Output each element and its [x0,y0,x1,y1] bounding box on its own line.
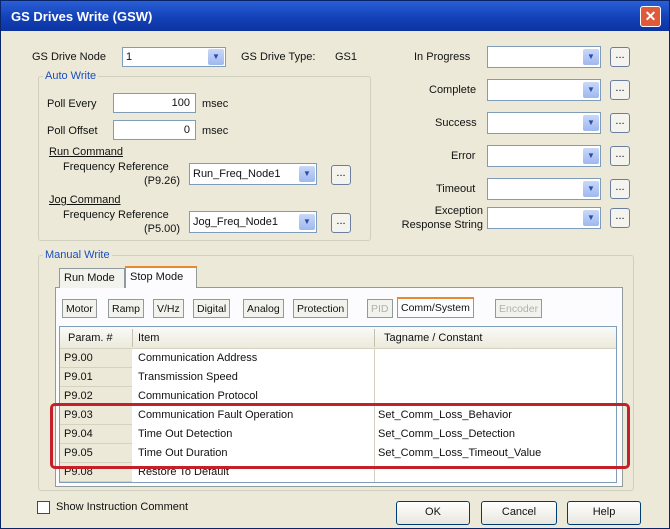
ellipsis-icon: ... [336,215,346,227]
column-header-item: Item [138,332,160,344]
timeout-select[interactable]: ▼ [487,178,601,200]
jog-freq-value: Jog_Freq_Node1 [193,216,279,228]
table-row[interactable]: P9.00 Communication Address [60,349,616,368]
jog-freq-browse-button[interactable]: ... [331,213,351,233]
error-browse-button[interactable]: ... [610,146,630,166]
tab-run-mode[interactable]: Run Mode [59,268,125,288]
column-divider [374,329,375,347]
run-freq-browse-button[interactable]: ... [331,165,351,185]
poll-offset-unit: msec [202,125,229,137]
highlight-box [50,403,630,469]
item-cell: Communication Address [138,352,258,364]
ellipsis-icon: ... [615,210,625,222]
jog-freq-param: (P5.00) [144,223,181,235]
run-command-label: Run Command [49,146,123,158]
poll-every-unit: msec [202,98,229,110]
run-freq-value: Run_Freq_Node1 [193,168,281,180]
success-select[interactable]: ▼ [487,112,601,134]
subtab-pid: PID [367,299,393,318]
chevron-down-icon: ▼ [583,210,599,226]
exception-response-select[interactable]: ▼ [487,207,601,229]
in-progress-label: In Progress [414,51,471,63]
tab-stop-mode[interactable]: Stop Mode [125,266,197,288]
timeout-browse-button[interactable]: ... [610,179,630,199]
column-divider [132,329,133,347]
subtab-vhz[interactable]: V/Hz [153,299,184,318]
window-title: GS Drives Write (GSW) [11,9,153,24]
column-header-tagname: Tagname / Constant [384,332,483,344]
in-progress-browse-button[interactable]: ... [610,47,630,67]
drive-node-value: 1 [126,51,133,63]
ellipsis-icon: ... [615,148,625,160]
item-cell: Communication Protocol [138,390,258,402]
close-icon: ✕ [644,8,657,24]
run-freq-label: Frequency Reference [63,161,169,173]
ellipsis-icon: ... [615,49,625,61]
drive-type-label: GS Drive Type: [241,51,316,63]
show-comment-checkbox[interactable] [37,501,50,514]
poll-every-value: 100 [171,97,190,109]
poll-offset-input[interactable]: 0 [113,120,196,140]
complete-label: Complete [429,84,477,96]
subtab-digital[interactable]: Digital [193,299,231,318]
chevron-down-icon: ▼ [299,166,315,182]
ellipsis-icon: ... [615,115,625,127]
complete-browse-button[interactable]: ... [610,80,630,100]
error-label: Error [451,150,476,162]
param-cell: P9.00 [60,349,132,368]
chevron-down-icon: ▼ [299,214,315,230]
run-freq-select[interactable]: Run_Freq_Node1 ▼ [189,163,317,185]
subtab-analog[interactable]: Analog [243,299,284,318]
close-button[interactable]: ✕ [640,6,661,27]
poll-offset-value: 0 [183,124,190,136]
in-progress-select[interactable]: ▼ [487,46,601,68]
subtab-encoder: Encoder [495,299,543,318]
jog-command-label: Jog Command [49,194,121,206]
param-cell: P9.01 [60,368,132,387]
drive-type-value: GS1 [335,51,358,63]
manual-write-title: Manual Write [43,249,112,261]
subtab-ramp[interactable]: Ramp [108,299,145,318]
chevron-down-icon: ▼ [583,181,599,197]
jog-freq-select[interactable]: Jog_Freq_Node1 ▼ [189,211,317,233]
error-select[interactable]: ▼ [487,145,601,167]
poll-offset-label: Poll Offset [47,125,98,137]
ellipsis-icon: ... [615,82,625,94]
subtab-motor[interactable]: Motor [62,299,97,318]
subtab-protection[interactable]: Protection [293,299,349,318]
drive-node-select[interactable]: 1 ▼ [122,47,226,67]
show-comment-label: Show Instruction Comment [56,501,189,513]
drive-node-label: GS Drive Node [32,51,106,63]
run-freq-param: (P9.26) [144,175,181,187]
chevron-down-icon: ▼ [583,49,599,65]
chevron-down-icon: ▼ [583,82,599,98]
exception-response-browse-button[interactable]: ... [610,208,630,228]
poll-every-input[interactable]: 100 [113,93,196,113]
jog-freq-label: Frequency Reference [63,209,169,221]
ok-button[interactable]: OK [396,501,470,525]
success-browse-button[interactable]: ... [610,113,630,133]
chevron-down-icon: ▼ [583,148,599,164]
table-header: Param. # Item Tagname / Constant [60,327,616,349]
timeout-label: Timeout [436,183,476,195]
exception-response-label: Exception Response String [401,205,483,231]
chevron-down-icon: ▼ [583,115,599,131]
subtab-comm-system[interactable]: Comm/System [397,297,474,318]
help-button[interactable]: Help [567,501,641,525]
complete-select[interactable]: ▼ [487,79,601,101]
gs-drives-write-dialog: GS Drives Write (GSW) ✕ GS Drive Node 1 … [0,0,670,529]
table-row[interactable]: P9.01 Transmission Speed [60,368,616,387]
column-header-param: Param. # [68,332,113,344]
ellipsis-icon: ... [336,167,346,179]
cancel-button[interactable]: Cancel [481,501,557,525]
ellipsis-icon: ... [615,181,625,193]
auto-write-title: Auto Write [43,70,99,82]
item-cell: Transmission Speed [138,371,238,383]
poll-every-label: Poll Every [47,98,97,110]
success-label: Success [435,117,477,129]
chevron-down-icon: ▼ [208,49,224,65]
title-bar: GS Drives Write (GSW) ✕ [1,1,669,31]
